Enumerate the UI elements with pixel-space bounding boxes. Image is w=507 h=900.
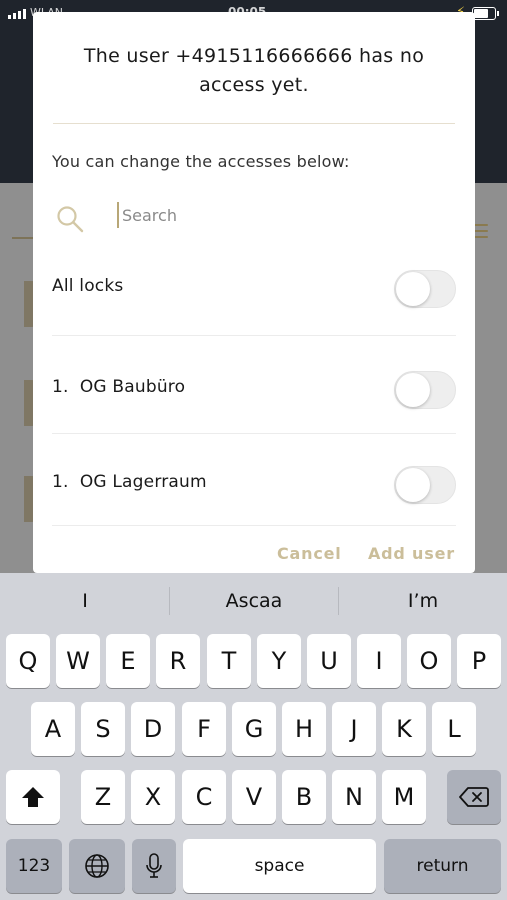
search-icon bbox=[57, 206, 84, 233]
key-k[interactable]: K bbox=[382, 702, 426, 756]
lock-label: All locks bbox=[52, 276, 124, 296]
shift-key[interactable] bbox=[6, 770, 60, 824]
return-key[interactable]: return bbox=[384, 839, 501, 893]
key-l[interactable]: L bbox=[432, 702, 476, 756]
lock-row-baubuero: 1. OG Baubüro bbox=[52, 363, 456, 413]
key-z[interactable]: Z bbox=[81, 770, 125, 824]
key-u[interactable]: U bbox=[307, 634, 351, 688]
dictation-key[interactable] bbox=[132, 839, 176, 893]
numbers-key[interactable]: 123 bbox=[6, 839, 62, 893]
divider bbox=[52, 433, 456, 434]
dialog-actions: Cancel Add user bbox=[33, 542, 475, 572]
key-d[interactable]: D bbox=[131, 702, 175, 756]
key-q[interactable]: Q bbox=[6, 634, 50, 688]
toggle-all-locks[interactable] bbox=[394, 270, 456, 308]
key-f[interactable]: F bbox=[182, 702, 226, 756]
key-m[interactable]: M bbox=[382, 770, 426, 824]
signal-icon bbox=[8, 9, 26, 19]
divider bbox=[52, 335, 456, 336]
key-w[interactable]: W bbox=[56, 634, 100, 688]
key-b[interactable]: B bbox=[282, 770, 326, 824]
battery-icon bbox=[472, 7, 499, 20]
microphone-icon bbox=[146, 853, 162, 878]
search-input[interactable] bbox=[117, 202, 437, 228]
key-o[interactable]: O bbox=[407, 634, 451, 688]
suggestion-1[interactable]: I bbox=[1, 590, 169, 612]
key-c[interactable]: C bbox=[182, 770, 226, 824]
globe-key[interactable] bbox=[69, 839, 125, 893]
key-g[interactable]: G bbox=[232, 702, 276, 756]
globe-icon bbox=[85, 854, 109, 878]
key-t[interactable]: T bbox=[207, 634, 251, 688]
backspace-icon bbox=[459, 787, 489, 807]
key-r[interactable]: R bbox=[156, 634, 200, 688]
dialog-subtitle: You can change the accesses below: bbox=[52, 152, 350, 171]
toggle-baubuero[interactable] bbox=[394, 371, 456, 409]
key-p[interactable]: P bbox=[457, 634, 501, 688]
suggestion-2[interactable]: Ascaa bbox=[170, 590, 338, 612]
dialog-title: The user +4915116666666 has no access ye… bbox=[83, 45, 425, 96]
key-i[interactable]: I bbox=[357, 634, 401, 688]
key-a[interactable]: A bbox=[31, 702, 75, 756]
filter-icon bbox=[474, 224, 488, 246]
key-e[interactable]: E bbox=[106, 634, 150, 688]
divider bbox=[52, 525, 456, 526]
key-v[interactable]: V bbox=[232, 770, 276, 824]
key-y[interactable]: Y bbox=[257, 634, 301, 688]
shift-icon bbox=[22, 787, 44, 807]
backspace-key[interactable] bbox=[447, 770, 501, 824]
lock-row-lagerraum: 1. OG Lagerraum bbox=[52, 458, 456, 508]
key-x[interactable]: X bbox=[131, 770, 175, 824]
lock-row-all: All locks bbox=[52, 262, 456, 312]
lock-label: 1. OG Baubüro bbox=[52, 377, 186, 397]
key-n[interactable]: N bbox=[332, 770, 376, 824]
toggle-lagerraum[interactable] bbox=[394, 466, 456, 504]
add-user-dialog: The user +4915116666666 has no access ye… bbox=[33, 12, 475, 573]
suggestion-bar: I Ascaa I’m bbox=[0, 573, 507, 629]
key-s[interactable]: S bbox=[81, 702, 125, 756]
on-screen-keyboard: I Ascaa I’m Q W E R T Y U I O P A S D F … bbox=[0, 573, 507, 900]
suggestion-3[interactable]: I’m bbox=[339, 590, 507, 612]
key-j[interactable]: J bbox=[332, 702, 376, 756]
cancel-button[interactable]: Cancel bbox=[277, 544, 342, 563]
lock-label: 1. OG Lagerraum bbox=[52, 472, 207, 492]
key-h[interactable]: H bbox=[282, 702, 326, 756]
space-key[interactable]: space bbox=[183, 839, 376, 893]
add-user-button[interactable]: Add user bbox=[368, 544, 455, 563]
divider bbox=[53, 123, 455, 124]
